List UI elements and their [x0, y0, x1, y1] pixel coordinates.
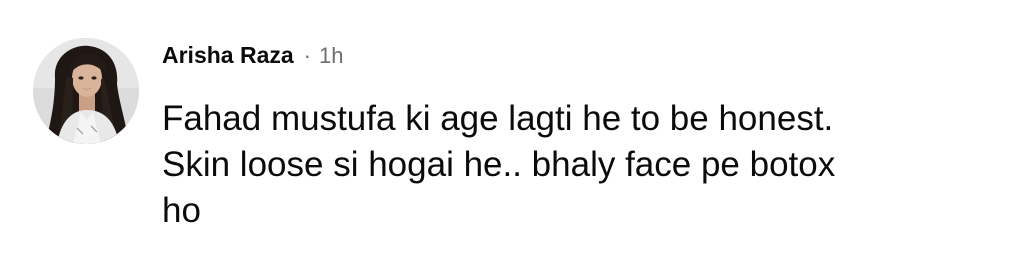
comment-text-line: Fahad mustufa ki age lagti he to be hone… [162, 99, 834, 138]
comment-text-line: Skin loose si hogai he.. bhaly face pe b… [162, 145, 836, 184]
author-name[interactable]: Arisha Raza [162, 42, 294, 69]
comment-item: Arisha Raza · 1h Fahad mustufa ki age la… [0, 0, 1024, 272]
timestamp[interactable]: 1h [319, 43, 343, 69]
avatar[interactable] [33, 38, 139, 144]
comment-text-line: ho [162, 191, 201, 230]
comment-header: Arisha Raza · 1h [162, 42, 343, 76]
separator-dot: · [303, 43, 311, 68]
profile-photo [33, 38, 139, 144]
comment-text: Fahad mustufa ki age lagti he to be hone… [162, 96, 1002, 234]
